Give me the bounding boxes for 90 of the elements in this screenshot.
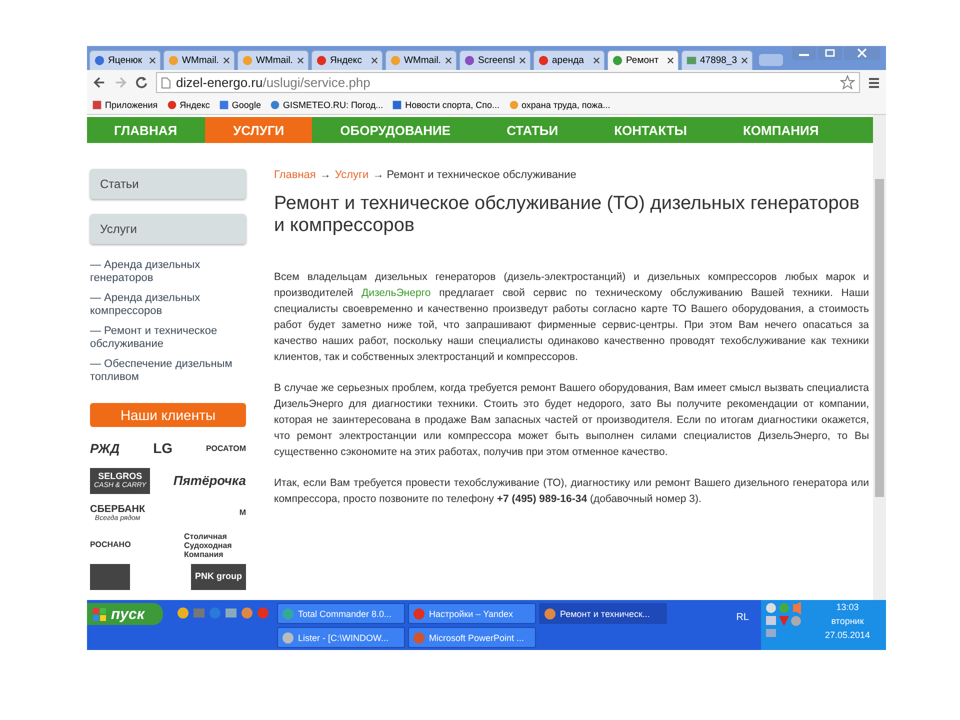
start-button[interactable]: пуск — [87, 603, 163, 625]
minimize-icon[interactable] — [792, 46, 816, 60]
breadcrumb-separator: → — [320, 169, 331, 181]
bookmark[interactable]: Новости спорта, Спо... — [392, 100, 500, 110]
clients-header: Наши клиенты — [90, 403, 246, 427]
browser-tab[interactable]: Ремонт — [607, 50, 679, 70]
close-icon[interactable] — [149, 57, 156, 64]
browser-tab[interactable]: WMmail. — [237, 50, 309, 70]
bookmark[interactable]: Приложения — [92, 100, 158, 110]
sidebar-link[interactable]: — Аренда дизельных компрессоров — [90, 292, 246, 318]
tab-icon — [94, 55, 105, 66]
paragraph: Итак, если Вам требуется провести техобслуживание (ТО), диагностику или ремонт Вашего дизельного генератора или компрессора, просто позвоните по телефону +7 (495) 989-16-34 (добавочный номер 3). — [274, 476, 869, 507]
browser-tab[interactable]: Яценюк — [89, 50, 161, 70]
tab-icon — [538, 55, 549, 66]
restore-icon[interactable] — [818, 46, 842, 60]
menu-icon[interactable] — [868, 76, 880, 88]
client-logo: М — [239, 508, 246, 518]
taskbar-button[interactable]: Lister - [C:\WINDOW... — [277, 627, 405, 648]
app-icon — [282, 608, 294, 620]
taskbar-button[interactable]: Microsoft PowerPoint ... — [408, 627, 536, 648]
scrollbar[interactable] — [873, 115, 886, 600]
client-logo: PNK group — [191, 564, 246, 590]
tab-icon — [464, 55, 475, 66]
close-icon[interactable] — [297, 57, 304, 64]
client-logo: Пятёрочка — [173, 474, 246, 488]
sidebar-panel[interactable]: Статьи — [90, 169, 246, 199]
clock-weekday: вторник — [831, 616, 864, 626]
page-icon — [161, 76, 171, 88]
sidebar-link[interactable]: — Обеспечение дизельным топливом — [90, 358, 246, 384]
app-icon — [413, 608, 425, 620]
close-icon[interactable] — [223, 57, 230, 64]
taskbar-button[interactable]: Настройки – Yandex — [408, 603, 536, 624]
bookmark[interactable]: GISMETEO.RU: Погод... — [270, 100, 384, 110]
client-logo: РОСАТОМ — [206, 444, 246, 454]
bookmark-icon — [270, 100, 280, 110]
browser-tab[interactable]: WMmail. — [163, 50, 235, 70]
taskbar-button[interactable]: Ремонт и техническ... — [539, 603, 667, 624]
client-logo — [90, 564, 130, 590]
tab-icon — [686, 55, 697, 66]
tab-icon — [242, 55, 253, 66]
app-icon — [544, 608, 556, 620]
browser-tab[interactable]: Screensl — [459, 50, 531, 70]
windows-logo-icon — [93, 608, 106, 620]
client-logo: LG — [153, 441, 173, 457]
sidebar-panel[interactable]: Услуги — [90, 214, 246, 244]
bookmark-icon — [218, 100, 229, 110]
bookmark[interactable]: Яндекс — [166, 100, 210, 110]
close-icon[interactable] — [445, 57, 452, 64]
bookmark-star-icon[interactable] — [840, 75, 855, 90]
bookmark[interactable]: охрана труда, пожа... — [508, 100, 610, 110]
bookmark-icon — [92, 100, 102, 110]
close-icon[interactable] — [593, 57, 600, 64]
app-icon — [413, 632, 425, 644]
paragraph: Всем владельцам дизельных генераторов (дизель-электростанций) и дизельных компрессоров любых марок и производителей ДизельЭнерго предлагает свой сервис по техническому обслуживанию Вашей техники. Наши специалисты своевременно и качественно произведут работы согласно карте ТО Вашего оборудования, а стоимость работ будет заметно ниже той, что запрашивают фирменные сервис-центры. При этом Вам нечего опасаться за качество наших работ, поскольку наши специалисты одинаково качественно проводят техобслуживание как техники клиентов, так и собственных электростанций и компрессоров. — [274, 270, 869, 365]
bookmark-icon — [392, 100, 402, 110]
language-indicator[interactable]: RL — [736, 612, 749, 650]
app-icon — [282, 632, 294, 644]
reload-icon[interactable] — [135, 76, 148, 89]
back-icon[interactable] — [93, 76, 106, 89]
bookmark-icon — [508, 100, 519, 110]
close-icon[interactable] — [741, 57, 748, 64]
close-icon[interactable] — [667, 57, 674, 64]
taskbar-button[interactable]: Total Commander 8.0... — [277, 603, 405, 624]
tab-icon — [316, 55, 327, 66]
client-logo: РЖД — [90, 442, 120, 456]
close-icon[interactable] — [519, 57, 526, 64]
browser-tab[interactable]: 47898_3 — [681, 50, 753, 70]
breadcrumb-current: → Ремонт и техническое обслуживание — [372, 169, 576, 181]
client-logo: Столичная Судоходная Компания — [184, 532, 233, 558]
browser-tab[interactable]: WMmail. — [385, 50, 457, 70]
bookmark-icon — [166, 100, 177, 110]
tab-icon — [390, 55, 401, 66]
tab-icon — [612, 55, 623, 66]
page-title: Ремонт и техническое обслуживание (ТО) дизельных генераторов и компрессоров — [274, 193, 860, 237]
browser-tab[interactable]: Яндекс — [311, 50, 383, 70]
launcher-icon[interactable] — [225, 607, 237, 619]
close-icon[interactable] — [371, 57, 378, 64]
tab-icon — [168, 55, 179, 66]
bookmark[interactable]: Google — [218, 100, 261, 110]
clock-time: 13:03 — [836, 602, 859, 612]
launcher-icon[interactable] — [177, 607, 189, 619]
scrollbar-thumb[interactable] — [875, 179, 884, 497]
sidebar-link[interactable]: — Ремонт и техническое обслуживание — [90, 325, 246, 351]
browser-tab[interactable]: аренда — [533, 50, 605, 70]
clock-date: 27.05.2014 — [824, 630, 870, 640]
paragraph: В случае же серьезных проблем, когда требуется ремонт Вашего оборудования, Вам имеет смысл вызвать специалиста ДизельЭнерго для диагностики техники. Стоить это будет недорого, зато Вы получите рекомендации от компании, которая не заинтересована в продаже Вам запасных частей от производителя. Если по итогам диагностики окажется, что ремонт электростанции или компрессора может быть выполнен силами специалистов ДизельЭнерго, то Вы существенно сэкономите на этих работах, получив при этом отменное качество. — [274, 381, 869, 460]
company-link[interactable]: ДизельЭнерго — [362, 287, 431, 299]
address-bar[interactable]: dizel-energo.ru/uslugi/service.php — [156, 72, 860, 93]
sidebar-link[interactable]: — Аренда дизельных генераторов — [90, 259, 246, 285]
client-logo: РОСНАНО — [90, 540, 131, 550]
